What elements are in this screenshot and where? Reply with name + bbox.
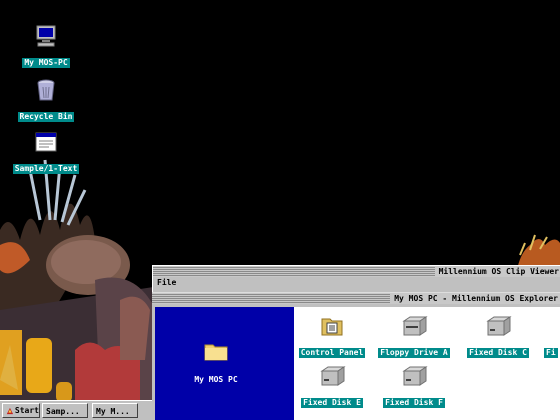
trash-icon (37, 79, 55, 101)
item-control-panel[interactable]: Control Panel (294, 315, 370, 359)
item-label: Fi (544, 348, 558, 358)
item-label: Control Panel (298, 348, 366, 358)
text-file-icon (35, 132, 57, 152)
clip-viewer-menubar: File (153, 277, 560, 289)
start-label: Start (14, 406, 39, 415)
desktop-icon-my-mos-pc[interactable]: My MOS-PC (6, 24, 86, 69)
tree-item-label: My MOS PC (194, 375, 238, 384)
desktop: My MOS-PC Recycle Bin Sample/1-Text Mill… (0, 0, 560, 420)
taskbar-button-my-mos[interactable]: My M... (92, 403, 138, 418)
disk-drive-icon (402, 366, 428, 386)
explorer-window[interactable]: My MOS PC - Millennium OS Explorer My MO… (152, 292, 560, 420)
explorer-titlebar[interactable]: My MOS PC - Millennium OS Explorer (152, 293, 560, 304)
item-fixed-disk-f[interactable]: Fixed Disk F (376, 365, 452, 409)
item-fixed-disk-partial[interactable]: Fi (544, 315, 560, 359)
taskbar-button-sample[interactable]: Samp... (42, 403, 88, 418)
window-title: My MOS PC - Millennium OS Explorer (390, 293, 560, 304)
item-label: Fixed Disk C (467, 348, 529, 358)
clip-viewer-titlebar[interactable]: Millennium OS Clip Viewer (153, 266, 560, 277)
start-button[interactable]: Start (2, 403, 40, 418)
item-label: Fixed Disk F (383, 398, 445, 408)
menu-file[interactable]: File (157, 278, 176, 287)
item-label: Floppy Drive A (378, 348, 450, 358)
disk-drive-icon (486, 316, 512, 336)
window-title: Millennium OS Clip Viewer (434, 266, 560, 277)
item-fixed-disk-c[interactable]: Fixed Disk C (460, 315, 536, 359)
explorer-tree-pane: My MOS PC (155, 307, 294, 420)
taskbar-button-label: My M... (96, 407, 130, 416)
taskbar: Start Samp... My M... (0, 400, 152, 420)
folder-icon (204, 344, 228, 361)
explorer-content-pane: Control Panel Floppy Drive A Fixed Disk … (294, 307, 560, 420)
desktop-icon-sample-text[interactable]: Sample/1-Text (6, 130, 86, 175)
item-label: Fixed Disk E (301, 398, 363, 408)
desktop-icon-recycle-bin[interactable]: Recycle Bin (6, 78, 86, 123)
desktop-icon-label: My MOS-PC (22, 58, 70, 68)
computer-icon (36, 25, 56, 47)
start-logo-icon (6, 407, 14, 414)
tree-item-my-mos-pc[interactable]: My MOS PC (183, 341, 249, 386)
taskbar-button-label: Samp... (46, 407, 80, 416)
desktop-icon-label: Recycle Bin (17, 112, 75, 122)
floppy-drive-icon (402, 316, 428, 336)
control-panel-icon (321, 318, 343, 336)
item-fixed-disk-e[interactable]: Fixed Disk E (294, 365, 370, 409)
desktop-icon-label: Sample/1-Text (12, 164, 80, 174)
item-floppy-drive-a[interactable]: Floppy Drive A (376, 315, 452, 359)
disk-drive-icon (320, 366, 346, 386)
